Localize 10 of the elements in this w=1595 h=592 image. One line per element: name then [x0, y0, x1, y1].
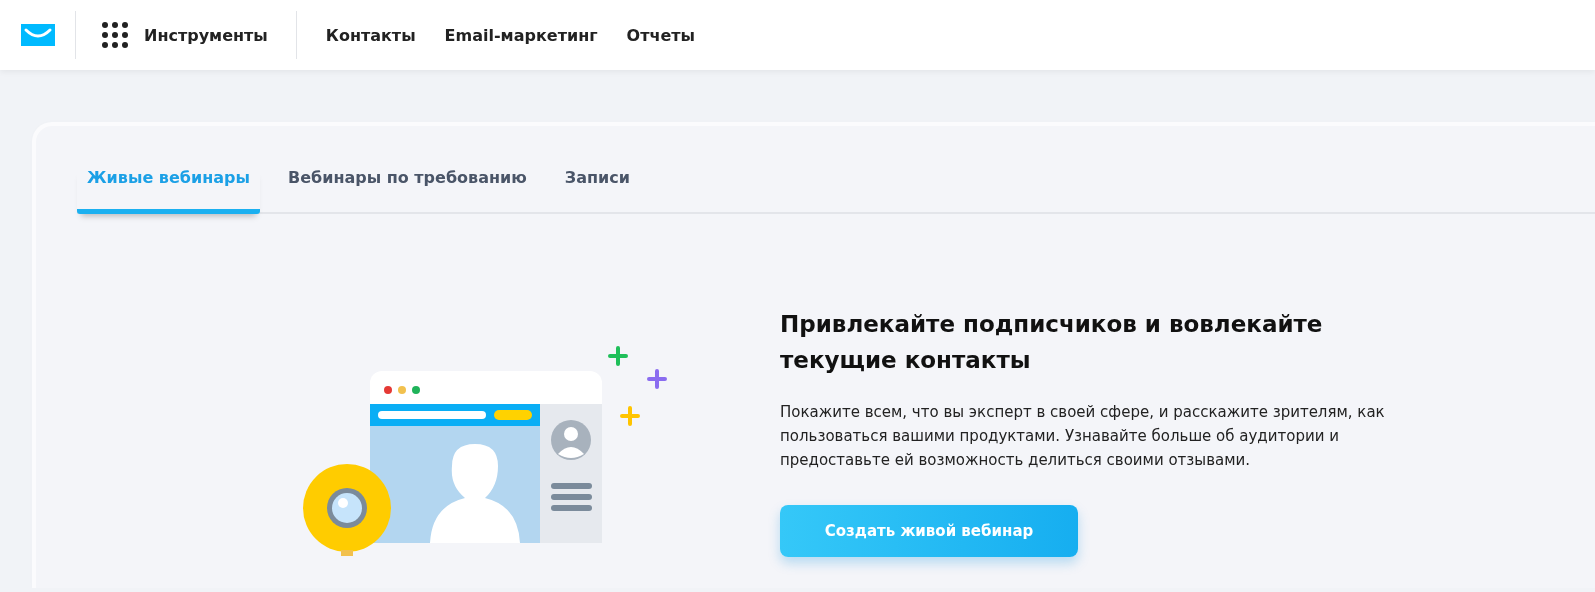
grid-icon — [102, 22, 128, 48]
promo-heading: Привлекайте подписчиков и вовлекайте текущие контакты — [780, 310, 1324, 375]
nav-link[interactable]: Email-маркетинг — [444, 25, 598, 45]
tab[interactable]: Вебинары по требованию — [277, 168, 537, 214]
promo-text: Покажите всем, что вы эксперт в своей сфере, и расскажите зрителям, как пользоваться вашими продуктами. Узнавайте больше об аудитории и предоставьте ей возможность делиться своими отзывами. — [780, 402, 1386, 471]
nav-link[interactable]: Отчеты — [626, 25, 695, 45]
tools-menu-button[interactable]: Инструменты — [76, 11, 297, 59]
nav-link[interactable]: Контакты — [325, 25, 416, 45]
logo-icon[interactable] — [20, 24, 55, 46]
tab[interactable]: Записи — [554, 168, 640, 214]
